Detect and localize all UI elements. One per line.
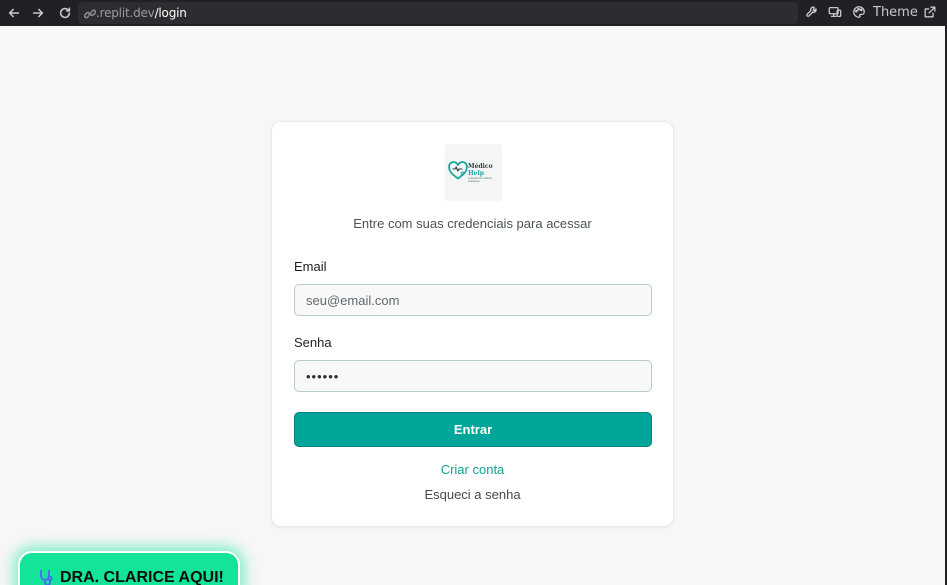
logo-name-line1: Médico [468,163,493,170]
stethoscope-icon [37,569,55,585]
wrench-icon[interactable] [804,4,820,20]
reload-icon[interactable] [55,3,75,23]
email-label: Email [294,259,327,274]
assistant-label: DRA. CLARICE AQUI! [60,569,224,585]
link-icon [83,7,97,19]
forward-arrow-icon[interactable] [28,3,48,23]
email-input[interactable] [294,284,652,316]
palette-icon[interactable] [851,4,867,20]
url-path: /login [154,6,187,20]
medico-help-logo: Médico Help a plataforma médica intelige… [445,144,502,201]
assistant-button[interactable]: DRA. CLARICE AQUI! [18,551,240,585]
password-input[interactable] [294,360,652,392]
password-label: Senha [294,335,332,350]
login-button[interactable]: Entrar [294,412,652,447]
forgot-password-link[interactable]: Esqueci a senha [272,487,673,503]
login-subtitle: Entre com suas credenciais para acessar [353,216,592,231]
create-account-link[interactable]: Criar conta [272,462,673,478]
external-link-icon[interactable] [922,4,938,20]
browser-toolbar: .replit.dev/login Theme [0,0,947,26]
logo-tagline: a plataforma médica inteligente [468,177,492,183]
theme-button[interactable]: Theme [873,4,918,21]
back-arrow-icon[interactable] [4,3,24,23]
url-domain: .replit.dev [96,6,155,20]
devices-icon[interactable] [827,4,843,20]
logo-name-line2: Help [468,170,484,177]
login-card: Médico Help a plataforma médica intelige… [271,121,674,527]
url-text: .replit.dev/login [96,5,187,21]
address-bar[interactable]: .replit.dev/login [78,2,798,24]
heart-stethoscope-icon [448,161,468,180]
